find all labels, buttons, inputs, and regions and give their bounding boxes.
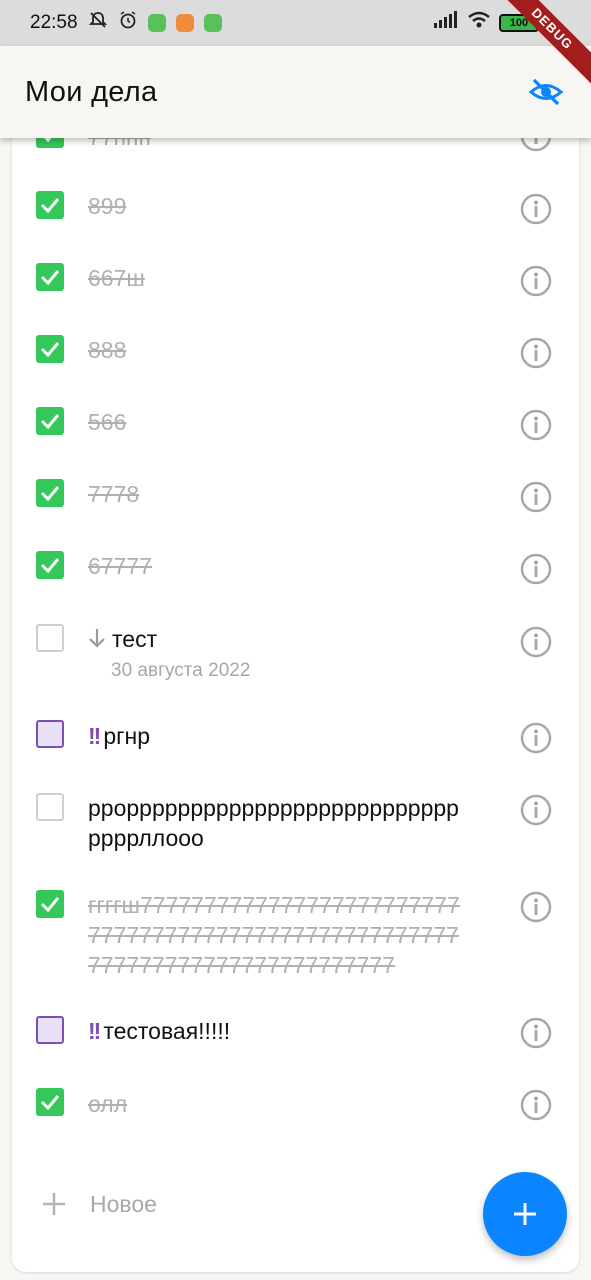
plus-icon [514, 1203, 536, 1225]
task-text-line: ггггш7777777777777777777777777 [88, 892, 460, 918]
task-text: 667ш [88, 265, 145, 291]
task-text: 67777 [88, 553, 152, 579]
info-icon[interactable] [520, 794, 552, 826]
task-text-line: ррорррррррррррррррррррррррррр [88, 795, 459, 821]
info-icon[interactable] [520, 1089, 552, 1121]
list-item[interactable]: 67777 [12, 532, 579, 604]
app-notification-icon [175, 14, 194, 32]
info-icon[interactable] [520, 722, 552, 754]
checkbox-high-priority[interactable] [36, 1016, 64, 1044]
status-bar: 22:58 100 [0, 0, 591, 46]
hide-completed-eye-icon[interactable] [528, 74, 564, 110]
info-icon[interactable] [520, 891, 552, 923]
app-notification-icon [203, 14, 222, 32]
checkbox-checked[interactable] [36, 191, 64, 219]
task-date: 30 августа 2022 [111, 660, 251, 681]
list-item[interactable]: ррорррррррррррррррррррррррррр ррррллооо [12, 776, 579, 872]
task-text: тест [112, 626, 158, 652]
info-icon[interactable] [520, 337, 552, 369]
low-priority-arrow-icon [88, 626, 108, 656]
info-icon[interactable] [520, 193, 552, 225]
info-icon[interactable] [520, 553, 552, 585]
checkbox-high-priority[interactable] [36, 720, 64, 748]
task-text: ггггш7777777777777777777777777 777777777… [88, 890, 503, 980]
high-priority-mark: !! [88, 1018, 101, 1044]
list-item[interactable]: ггггш7777777777777777777777777 777777777… [12, 872, 579, 1000]
new-task-label: Новое [90, 1190, 157, 1217]
task-text: 888 [88, 337, 127, 363]
checkbox-unchecked[interactable] [36, 793, 64, 821]
list-item[interactable]: !! тестовая!!!!! [12, 1000, 579, 1072]
check-icon [40, 558, 60, 574]
alarm-icon [118, 10, 138, 36]
task-text-line: ррррллооо [88, 825, 204, 851]
task-text-line: 77777777777777777777777777777 [88, 922, 459, 948]
info-icon[interactable] [520, 265, 552, 297]
checkbox-checked[interactable] [36, 407, 64, 435]
task-title: !! ргнр [88, 721, 503, 751]
checkbox-unchecked[interactable] [36, 624, 64, 652]
app-bar: Мои дела [0, 46, 591, 138]
app-notification-icon [147, 14, 166, 32]
check-icon [40, 414, 60, 430]
check-icon [40, 342, 60, 358]
task-text: олл [88, 1091, 128, 1117]
check-icon [40, 897, 60, 913]
mute-icon [88, 10, 108, 36]
list-item[interactable]: 888 [12, 316, 579, 388]
plus-icon [43, 1193, 65, 1215]
wifi-icon [467, 11, 491, 35]
high-priority-mark: !! [88, 723, 101, 749]
checkbox-checked[interactable] [36, 890, 64, 918]
check-icon [40, 198, 60, 214]
check-icon [40, 486, 60, 502]
task-text: 899 [88, 193, 127, 219]
list-item[interactable]: олл [12, 1072, 579, 1144]
list-item[interactable]: тест 30 августа 2022 [12, 604, 579, 704]
list-item[interactable]: 667ш [12, 244, 579, 316]
signal-icon [433, 11, 459, 35]
page-title: Мои дела [25, 75, 158, 108]
checkbox-checked[interactable] [36, 479, 64, 507]
checkbox-checked[interactable] [36, 335, 64, 363]
task-text-line: 777777777777777777777777 [88, 952, 395, 978]
task-text: тестовая!!!!! [103, 1018, 231, 1044]
check-icon [40, 270, 60, 286]
list-item[interactable]: !! ргнр [12, 704, 579, 776]
status-time: 22:58 [30, 12, 78, 33]
list-item[interactable]: 566 [12, 388, 579, 460]
checkbox-checked[interactable] [36, 551, 64, 579]
check-icon [40, 1095, 60, 1111]
checkbox-checked[interactable] [36, 1088, 64, 1116]
task-title: !! тестовая!!!!! [88, 1016, 503, 1046]
new-task-row[interactable]: Новое [40, 1190, 157, 1218]
task-text: ррорррррррррррррррррррррррррр ррррллооо [88, 793, 503, 853]
info-icon[interactable] [520, 409, 552, 441]
add-task-button[interactable] [483, 1172, 567, 1256]
task-text: 7778 [88, 481, 140, 507]
info-icon[interactable] [520, 481, 552, 513]
task-text: 566 [88, 409, 127, 435]
task-title: тест [88, 624, 503, 656]
list-item[interactable]: 7778 [12, 460, 579, 532]
list-item[interactable]: 899 [12, 172, 579, 244]
task-text: ргнр [103, 723, 151, 749]
info-icon[interactable] [520, 1017, 552, 1049]
info-icon[interactable] [520, 626, 552, 658]
checkbox-checked[interactable] [36, 263, 64, 291]
task-list-card: 77ппп 899 667ш 888 566 7778 [12, 100, 579, 1272]
